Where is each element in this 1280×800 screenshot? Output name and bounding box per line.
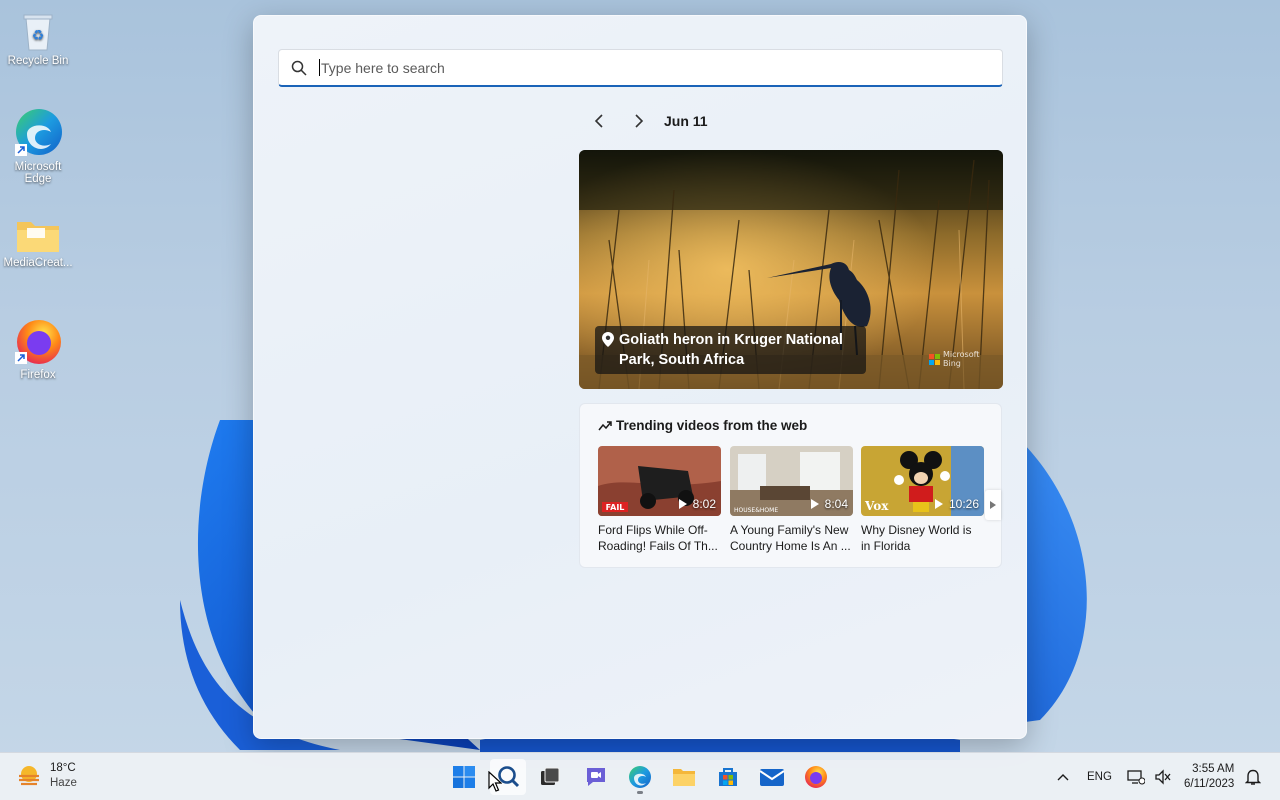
desktop-icon-label: Microsoft Edge xyxy=(14,161,62,185)
taskbar-edge-button[interactable] xyxy=(622,759,658,795)
clock-date: 6/11/2023 xyxy=(1184,778,1235,790)
next-day-button[interactable] xyxy=(624,109,654,133)
video-duration: 8:02 xyxy=(678,497,716,511)
video-thumbnail[interactable]: HOUSE&HOME 8:04 xyxy=(730,446,853,516)
windows-logo-icon xyxy=(453,766,475,788)
network-button[interactable] xyxy=(1127,753,1145,800)
hero-image-card[interactable]: Goliath heron in Kruger National Park, S… xyxy=(579,150,1003,389)
video-item[interactable]: FAIL 8:02 Ford Flips While Off-Roading! … xyxy=(598,446,721,554)
location-pin-icon xyxy=(602,332,614,347)
video-thumbnail[interactable]: Vox 10:26 xyxy=(861,446,984,516)
weather-description: Haze xyxy=(50,777,77,789)
svg-text:HOUSE&HOME: HOUSE&HOME xyxy=(734,507,778,514)
clock-time: 3:55 AM xyxy=(1192,763,1235,775)
language-indicator[interactable]: ENG xyxy=(1087,753,1112,800)
desktop-icon-label: Recycle Bin xyxy=(7,55,69,67)
video-title[interactable]: Why Disney World is in Florida xyxy=(861,522,984,554)
video-title[interactable]: Ford Flips While Off-Roading! Fails Of T… xyxy=(598,522,721,554)
notifications-button[interactable] xyxy=(1245,753,1261,800)
desktop-icon-mediacreation[interactable]: MediaCreat... xyxy=(2,218,74,269)
bing-watermark: Microsoft Bing xyxy=(929,350,980,368)
edge-icon xyxy=(15,109,62,156)
video-title[interactable]: A Young Family's New Country Home Is An … xyxy=(730,522,853,554)
chevron-left-icon xyxy=(594,114,603,128)
search-icon xyxy=(279,60,319,76)
trending-title-text: Trending videos from the web xyxy=(616,418,808,433)
microsoft-store-button[interactable] xyxy=(710,759,746,795)
folder-icon xyxy=(673,769,695,786)
search-box[interactable] xyxy=(278,49,1003,87)
taskbar-firefox-button[interactable] xyxy=(798,759,834,795)
network-icon xyxy=(1127,770,1145,785)
text-caret xyxy=(319,59,320,76)
file-explorer-button[interactable] xyxy=(666,759,702,795)
bing-watermark-text: Microsoft Bing xyxy=(943,350,980,368)
mail-button[interactable] xyxy=(754,759,790,795)
task-view-button[interactable] xyxy=(532,759,568,795)
volume-button[interactable] xyxy=(1154,753,1172,800)
play-icon xyxy=(810,499,819,509)
date-label: Jun 11 xyxy=(664,113,708,129)
play-icon xyxy=(934,499,943,509)
folder-icon xyxy=(17,222,59,252)
video-thumbnail[interactable]: FAIL 8:02 xyxy=(598,446,721,516)
play-icon xyxy=(678,499,687,509)
caret-right-icon xyxy=(990,501,996,509)
video-duration: 8:04 xyxy=(810,497,848,511)
chat-icon xyxy=(587,768,605,786)
hero-caption-text: Goliath heron in Kruger National Park, S… xyxy=(619,332,843,368)
weather-temperature: 18°C xyxy=(50,762,76,774)
running-indicator xyxy=(637,791,643,794)
previous-day-button[interactable] xyxy=(584,109,614,133)
store-icon xyxy=(719,768,737,786)
start-button[interactable] xyxy=(446,759,482,795)
desktop-icon-edge[interactable]: Microsoft Edge xyxy=(2,108,74,185)
trending-icon xyxy=(598,420,612,430)
scroll-right-button[interactable] xyxy=(985,490,1001,520)
desktop-icon-recycle-bin[interactable]: ♻ Recycle Bin xyxy=(2,10,74,67)
date-navigation: Jun 11 xyxy=(584,109,708,133)
desktop-icon-label: Firefox xyxy=(20,369,56,381)
show-hidden-icons-button[interactable] xyxy=(1056,753,1070,800)
recycle-bin-icon: ♻ xyxy=(23,14,53,51)
search-panel: Jun 11 xyxy=(253,15,1027,739)
task-view-icon xyxy=(541,767,560,785)
chevron-up-icon xyxy=(1057,774,1069,781)
weather-widget[interactable]: 18°C Haze xyxy=(16,761,77,791)
mouse-cursor-icon xyxy=(488,771,502,792)
desktop-icon-label: MediaCreat... xyxy=(3,257,73,269)
firefox-icon xyxy=(15,320,61,364)
edge-icon xyxy=(629,766,651,788)
firefox-icon xyxy=(805,766,827,788)
teams-chat-button[interactable] xyxy=(578,759,614,795)
taskbar: 18°C Haze ENG 3:55 AM 6/11/2023 xyxy=(0,752,1280,800)
trending-videos-card: Trending videos from the web FAIL 8:02 F… xyxy=(579,403,1002,568)
desktop-icon-firefox[interactable]: Firefox xyxy=(2,316,74,381)
search-input[interactable] xyxy=(321,59,981,76)
chevron-right-icon xyxy=(635,114,644,128)
video-item[interactable]: Vox 10:26 Why Disney World is in Florida xyxy=(861,446,984,554)
volume-muted-icon xyxy=(1155,769,1171,785)
video-duration: 10:26 xyxy=(934,497,979,511)
haze-weather-icon xyxy=(19,766,39,786)
clock[interactable]: 3:55 AM 6/11/2023 xyxy=(1184,753,1234,800)
notification-bell-icon xyxy=(1245,769,1261,785)
mail-icon xyxy=(759,769,785,786)
trending-title: Trending videos from the web xyxy=(598,418,807,433)
svg-text:FAIL: FAIL xyxy=(606,503,625,512)
microsoft-logo-icon xyxy=(929,353,940,365)
svg-text:Vox: Vox xyxy=(864,499,889,513)
svg-text:♻: ♻ xyxy=(32,28,45,44)
video-item[interactable]: HOUSE&HOME 8:04 A Young Family's New Cou… xyxy=(730,446,853,554)
hero-caption[interactable]: Goliath heron in Kruger National Park, S… xyxy=(595,326,866,374)
